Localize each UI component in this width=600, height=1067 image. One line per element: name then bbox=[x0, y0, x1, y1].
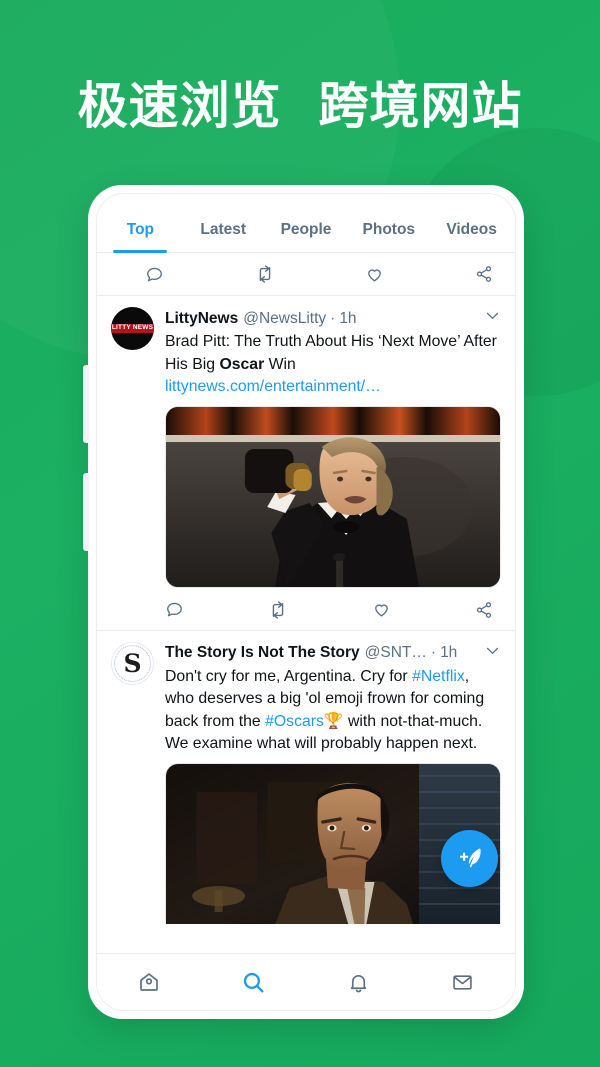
reply-icon bbox=[167, 602, 182, 617]
nav-home[interactable] bbox=[97, 970, 202, 994]
tab-latest[interactable]: Latest bbox=[182, 221, 265, 252]
retweet-icon bbox=[259, 265, 271, 283]
nav-messages[interactable] bbox=[411, 971, 516, 994]
hashtag-oscars[interactable]: #Oscars bbox=[265, 713, 324, 730]
oscar-emoji: 🏆 bbox=[323, 712, 344, 730]
reply-button[interactable] bbox=[165, 600, 268, 619]
chevron-down-icon bbox=[486, 647, 499, 654]
tweet-body: LittyNews @NewsLitty · 1h Brad Pitt: The… bbox=[165, 307, 501, 630]
tweet-text: Don't cry for me, Argentina. Cry for #Ne… bbox=[165, 666, 501, 756]
promo-screen: 极速浏览 跨境网站 Top Latest People Photos Video… bbox=[0, 0, 600, 1067]
tweet-body: The Story Is Not The Story @SNT… · 1h Do… bbox=[165, 642, 501, 924]
tab-top[interactable]: Top bbox=[99, 221, 182, 252]
phone-volume-up-button[interactable] bbox=[83, 365, 89, 443]
like-button[interactable] bbox=[372, 600, 475, 619]
retweet-icon bbox=[273, 600, 284, 619]
share-icon bbox=[476, 601, 492, 618]
share-icon bbox=[476, 266, 492, 282]
retweet-button[interactable] bbox=[255, 264, 365, 284]
tweet-text-part1: Brad Pitt: The Truth About His ‘Next Mov… bbox=[165, 333, 497, 373]
retweet-button[interactable] bbox=[268, 600, 371, 620]
tweet-author-name[interactable]: LittyNews bbox=[165, 309, 238, 329]
tab-people[interactable]: People bbox=[265, 221, 348, 252]
hashtag-netflix[interactable]: #Netflix bbox=[412, 668, 465, 685]
bell-icon bbox=[350, 974, 366, 992]
tweet-feed[interactable]: LITTY NEWS LittyNews @NewsLitty · 1h Bra… bbox=[97, 296, 515, 953]
page-title: 极速浏览 跨境网站 bbox=[77, 77, 523, 135]
tweet-header: LittyNews @NewsLitty · 1h bbox=[165, 307, 501, 330]
avatar[interactable]: S bbox=[111, 641, 154, 685]
compose-tweet-button[interactable] bbox=[441, 830, 498, 887]
nav-search[interactable] bbox=[202, 970, 307, 995]
tweet-text: Brad Pitt: The Truth About His ‘Next Mov… bbox=[165, 331, 501, 376]
tweet-media-image[interactable] bbox=[165, 405, 501, 588]
phone-mockup: Top Latest People Photos Videos LITTY NE… bbox=[83, 185, 524, 1019]
tweet-timestamp: 1h bbox=[339, 309, 357, 327]
search-tabs: Top Latest People Photos Videos bbox=[97, 194, 515, 253]
tweet-author-handle[interactable]: @SNT… bbox=[365, 643, 427, 663]
share-button[interactable] bbox=[475, 265, 493, 283]
tab-photos[interactable]: Photos bbox=[347, 221, 430, 252]
share-button[interactable] bbox=[475, 601, 493, 619]
home-icon bbox=[140, 973, 159, 991]
search-icon bbox=[244, 972, 264, 992]
phone-screen: Top Latest People Photos Videos LITTY NE… bbox=[96, 193, 516, 1011]
tweet-author-name[interactable]: The Story Is Not The Story bbox=[165, 643, 360, 663]
mail-icon bbox=[453, 974, 472, 990]
phone-volume-down-button[interactable] bbox=[83, 473, 89, 551]
tweet-item[interactable]: LITTY NEWS LittyNews @NewsLitty · 1h Bra… bbox=[97, 296, 515, 631]
tweet-header: The Story Is Not The Story @SNT… · 1h bbox=[165, 642, 501, 665]
tweet-text-part1: Don't cry for me, Argentina. Cry for bbox=[165, 667, 413, 685]
like-icon bbox=[368, 268, 381, 282]
tweet-menu-button[interactable] bbox=[476, 307, 501, 330]
tweet-timestamp: 1h bbox=[440, 644, 458, 661]
like-icon bbox=[374, 604, 388, 617]
tweet-actions bbox=[165, 590, 501, 630]
chevron-down-icon bbox=[486, 312, 499, 319]
like-button[interactable] bbox=[365, 265, 475, 284]
avatar-label: LITTY NEWS bbox=[111, 324, 154, 333]
tab-videos[interactable]: Videos bbox=[430, 221, 513, 252]
tweet-author-handle[interactable]: @NewsLitty bbox=[243, 309, 326, 329]
award-photo bbox=[166, 406, 500, 587]
reply-icon bbox=[147, 267, 162, 281]
separator-dot: · bbox=[430, 644, 437, 661]
tweet-menu-button[interactable] bbox=[476, 642, 501, 665]
avatar-label: S bbox=[123, 648, 142, 678]
tweet-text-bold: Oscar bbox=[219, 355, 265, 373]
nav-notifications[interactable] bbox=[306, 971, 411, 994]
compose-feather-icon bbox=[459, 848, 481, 867]
bottom-navigation bbox=[97, 953, 515, 1010]
partial-tweet-actions bbox=[97, 253, 515, 296]
reply-button[interactable] bbox=[145, 265, 255, 284]
tweet-link[interactable]: littynews.com/entertainment/… bbox=[165, 376, 501, 399]
separator-dot: · bbox=[330, 309, 336, 327]
tweet-text-part2: Win bbox=[264, 355, 296, 373]
avatar[interactable]: LITTY NEWS bbox=[111, 307, 154, 350]
